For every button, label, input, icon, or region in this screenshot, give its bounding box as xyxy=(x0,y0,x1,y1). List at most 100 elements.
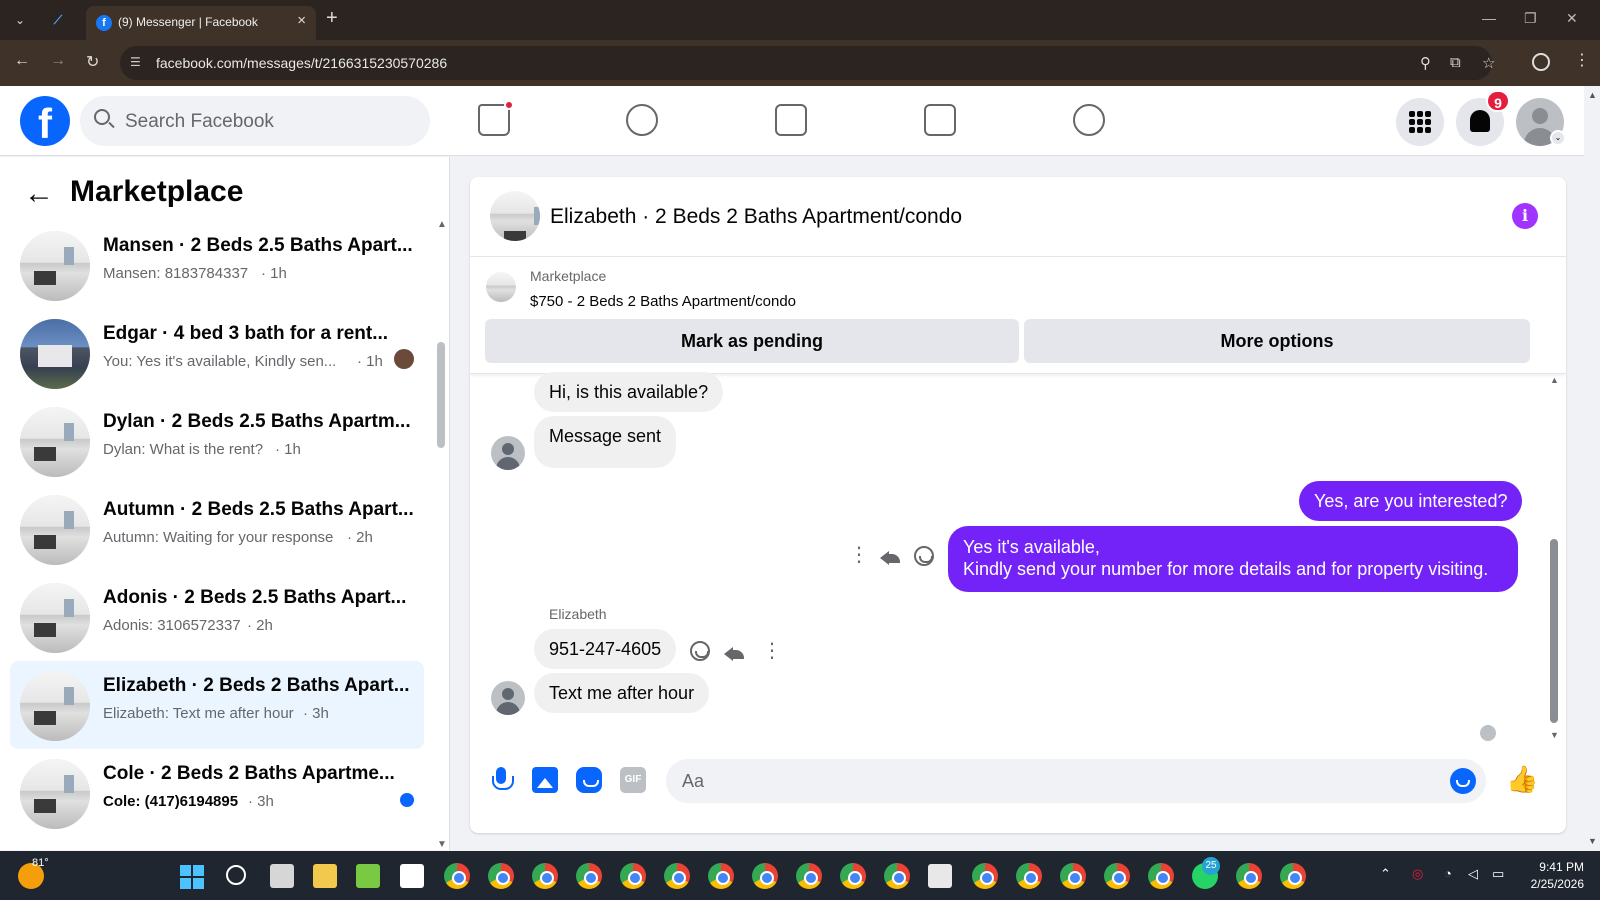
chrome-icon[interactable] xyxy=(884,863,910,889)
chrome-icon[interactable] xyxy=(796,863,822,889)
microphone-icon[interactable] xyxy=(488,767,514,793)
task-view-icon[interactable] xyxy=(270,864,294,888)
tab-search-chevron-icon[interactable]: ⌄ xyxy=(8,8,32,32)
account-chevron-icon[interactable]: ⌄ xyxy=(1550,130,1566,146)
info-icon[interactable]: i xyxy=(1512,203,1538,229)
browser-menu-icon[interactable]: ⋮ xyxy=(1574,50,1590,70)
message-bubble-incoming[interactable]: Hi, is this available? xyxy=(534,372,724,412)
snipping-tool-icon[interactable] xyxy=(928,864,952,888)
chat-scroll-down-icon[interactable]: ▼ xyxy=(1550,730,1559,740)
tray-app-icon[interactable]: ◎ xyxy=(1412,866,1423,882)
message-bubble-outgoing[interactable]: Yes it's available, Kindly send your num… xyxy=(948,526,1518,592)
clock[interactable]: 9:41 PM 2/25/2026 xyxy=(1514,859,1584,893)
battery-icon[interactable]: ▭ xyxy=(1492,866,1504,882)
wifi-icon[interactable]: ◔ xyxy=(1444,866,1452,881)
chat-avatar[interactable] xyxy=(490,191,540,241)
message-bubble-incoming[interactable]: Text me after hour xyxy=(534,673,710,713)
taskbar-search-icon[interactable] xyxy=(226,865,246,885)
photo-icon[interactable] xyxy=(532,767,558,793)
tab-close-icon[interactable]: × xyxy=(297,12,306,29)
chrome-icon[interactable] xyxy=(752,863,778,889)
site-info-icon[interactable]: ☰ xyxy=(130,55,141,69)
chrome-icon[interactable] xyxy=(532,863,558,889)
friends-icon[interactable] xyxy=(626,104,658,136)
chrome-icon[interactable] xyxy=(840,863,866,889)
omnibox[interactable]: ☰ facebook.com/messages/t/21663152305702… xyxy=(120,46,1495,80)
chrome-icon[interactable] xyxy=(972,863,998,889)
message-input[interactable]: Aa xyxy=(666,759,1486,803)
chat-scroll-up-icon[interactable]: ▲ xyxy=(1550,375,1559,385)
conversation-item[interactable]: Dylan · 2 Beds 2.5 Baths Apartm... Dylan… xyxy=(10,397,424,485)
react-icon[interactable] xyxy=(690,641,710,661)
thumbs-up-icon[interactable]: 👍 xyxy=(1506,765,1538,793)
sidebar-scroll-up-icon[interactable]: ▲ xyxy=(437,219,447,230)
conversation-item[interactable]: Edgar · 4 bed 3 bath for a rent... You: … xyxy=(10,309,424,397)
page-scrollbar[interactable]: ▲ ▼ xyxy=(1584,86,1600,850)
conversation-item[interactable]: Mansen · 2 Beds 2.5 Baths Apart... Manse… xyxy=(10,221,424,309)
more-actions-icon[interactable]: ⋮ xyxy=(849,545,869,565)
sidebar-scroll-down-icon[interactable]: ▼ xyxy=(437,839,447,850)
facebook-logo-icon[interactable]: f xyxy=(20,96,70,147)
reply-icon[interactable] xyxy=(724,645,744,661)
new-tab-icon[interactable]: + xyxy=(326,7,338,30)
mark-pending-button[interactable]: Mark as pending xyxy=(485,319,1019,363)
react-icon[interactable] xyxy=(914,546,934,566)
sidebar-scrollbar[interactable] xyxy=(437,342,445,448)
chrome-icon[interactable] xyxy=(1060,863,1086,889)
reply-icon[interactable] xyxy=(880,549,900,565)
app-icon[interactable] xyxy=(356,864,380,888)
chrome-icon[interactable] xyxy=(444,863,470,889)
start-icon[interactable] xyxy=(180,865,204,889)
conversation-item[interactable]: Autumn · 2 Beds 2.5 Baths Apart... Autum… xyxy=(10,485,424,573)
chat-scrollbar[interactable] xyxy=(1550,539,1558,723)
menu-button[interactable] xyxy=(1396,98,1444,146)
gif-icon[interactable]: GIF xyxy=(620,767,646,793)
sticker-icon[interactable] xyxy=(576,767,602,793)
message-bubble-incoming[interactable]: Message sent xyxy=(534,416,677,468)
reload-icon[interactable]: ↻ xyxy=(86,52,99,72)
chrome-icon[interactable] xyxy=(620,863,646,889)
zoom-icon[interactable]: ⚲ xyxy=(1420,54,1431,72)
search-input[interactable]: Search Facebook xyxy=(80,96,430,146)
chrome-icon[interactable] xyxy=(664,863,690,889)
page-scroll-down-icon[interactable]: ▼ xyxy=(1588,836,1597,846)
restore-icon[interactable]: ❐ xyxy=(1524,10,1537,27)
video-icon[interactable] xyxy=(775,104,807,136)
conversation-item[interactable]: Cole · 2 Beds 2 Baths Apartme... Cole: (… xyxy=(10,749,424,837)
volume-icon[interactable]: ◁ xyxy=(1468,866,1478,882)
chrome-icon[interactable] xyxy=(708,863,734,889)
file-explorer-icon[interactable] xyxy=(313,864,337,888)
back-arrow-icon[interactable]: ← xyxy=(24,177,54,211)
more-options-button[interactable]: More options xyxy=(1024,319,1530,363)
window-close-icon[interactable]: ✕ xyxy=(1566,10,1578,27)
tray-chevron-icon[interactable]: ⌃ xyxy=(1380,866,1391,882)
marketplace-icon[interactable] xyxy=(924,104,956,136)
groups-icon[interactable] xyxy=(1073,104,1105,136)
browser-tab-messenger[interactable]: f (9) Messenger | Facebook × xyxy=(86,6,316,40)
page-scroll-up-icon[interactable]: ▲ xyxy=(1588,90,1597,100)
chrome-icon[interactable] xyxy=(1016,863,1042,889)
conversation-item[interactable]: Adonis · 2 Beds 2.5 Baths Apart... Adoni… xyxy=(10,573,424,661)
install-app-icon[interactable]: ⧉ xyxy=(1450,54,1461,71)
chrome-icon[interactable] xyxy=(1104,863,1130,889)
message-bubble-incoming[interactable]: 951-247-4605 xyxy=(534,629,677,669)
bookmark-star-icon[interactable]: ☆ xyxy=(1482,54,1495,72)
chat-title[interactable]: Elizabeth · 2 Beds 2 Baths Apartment/con… xyxy=(550,205,962,229)
listing-item[interactable]: $750 - 2 Beds 2 Baths Apartment/condo xyxy=(530,293,796,310)
minimize-icon[interactable]: — xyxy=(1482,10,1496,26)
store-icon[interactable] xyxy=(400,864,424,888)
browser-profile-icon[interactable] xyxy=(1532,53,1550,71)
chrome-icon[interactable] xyxy=(1148,863,1174,889)
forward-icon[interactable]: → xyxy=(50,52,66,70)
conversation-preview: Dylan: What is the rent? xyxy=(103,441,264,458)
chrome-icon[interactable] xyxy=(576,863,602,889)
emoji-icon[interactable] xyxy=(1450,768,1476,794)
conversation-item-active[interactable]: Elizabeth · 2 Beds 2 Baths Apart... Eliz… xyxy=(10,661,424,749)
message-bubble-outgoing[interactable]: Yes, are you interested? xyxy=(1299,481,1523,521)
back-icon[interactable]: ← xyxy=(14,52,30,70)
workspace-icon[interactable]: ⟋ xyxy=(46,8,70,32)
chrome-icon[interactable] xyxy=(1280,863,1306,889)
chrome-icon[interactable] xyxy=(1236,863,1262,889)
more-actions-icon[interactable]: ⋮ xyxy=(762,641,782,661)
chrome-icon[interactable] xyxy=(488,863,514,889)
